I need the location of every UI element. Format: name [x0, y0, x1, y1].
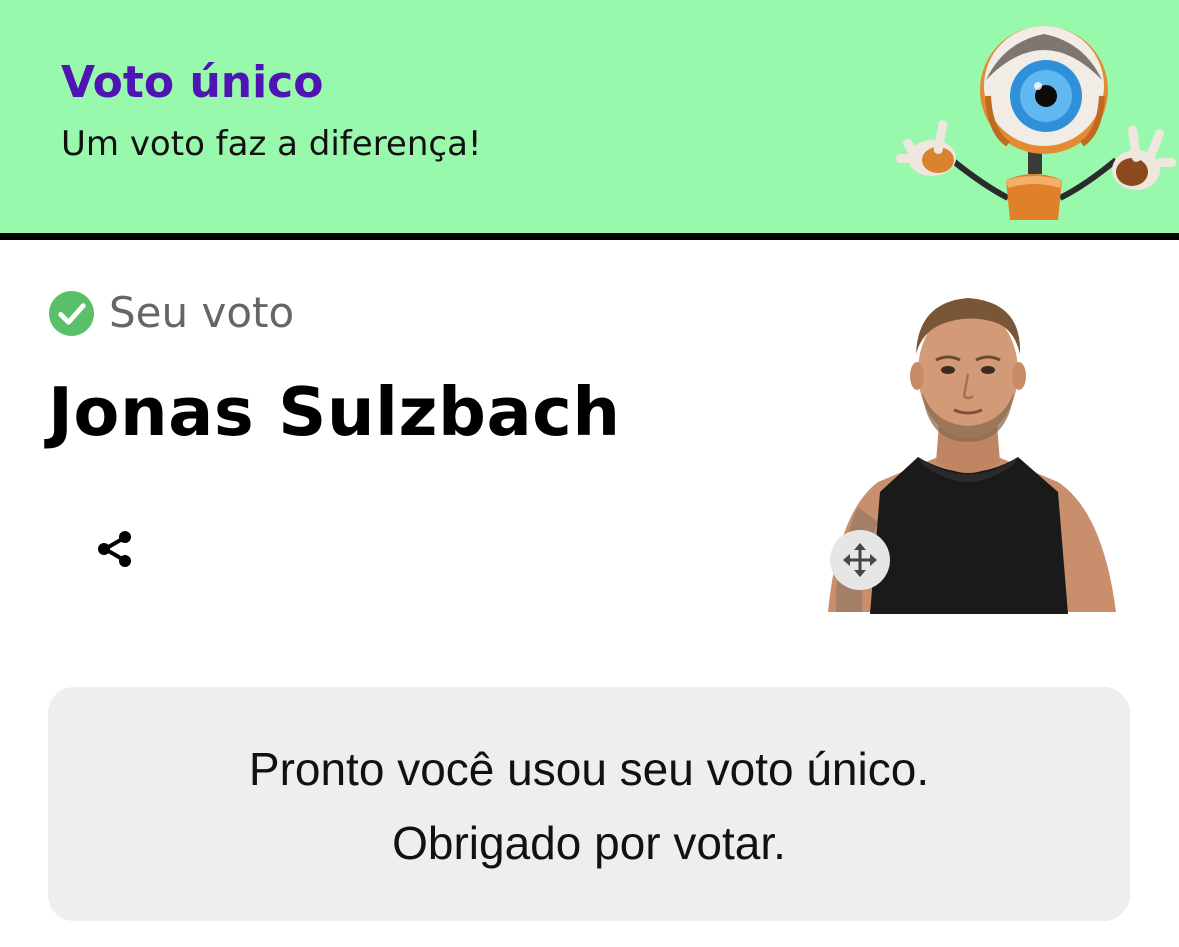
vote-status: Seu voto	[48, 288, 294, 338]
header-subtitle: Um voto faz a diferença!	[61, 124, 482, 164]
move-button[interactable]	[830, 530, 890, 590]
share-icon	[98, 531, 131, 567]
header-banner: Voto único Um voto faz a diferença!	[0, 0, 1179, 233]
check-circle-icon	[48, 290, 95, 336]
big-brother-eye-robot-icon	[896, 26, 1176, 220]
vote-status-label: Seu voto	[109, 288, 295, 337]
notice-line-1: Pronto você usou seu voto único.	[248, 743, 930, 795]
confirmation-notice: Pronto você usou seu voto único. Obrigad…	[48, 687, 1130, 921]
move-arrows-icon	[843, 543, 877, 577]
header-title: Voto único	[61, 57, 324, 108]
notice-line-2: Obrigado por votar.	[392, 817, 786, 869]
candidate-name: Jonas Sulzbach	[48, 373, 621, 451]
header-divider	[0, 233, 1179, 240]
share-button[interactable]	[88, 522, 142, 576]
